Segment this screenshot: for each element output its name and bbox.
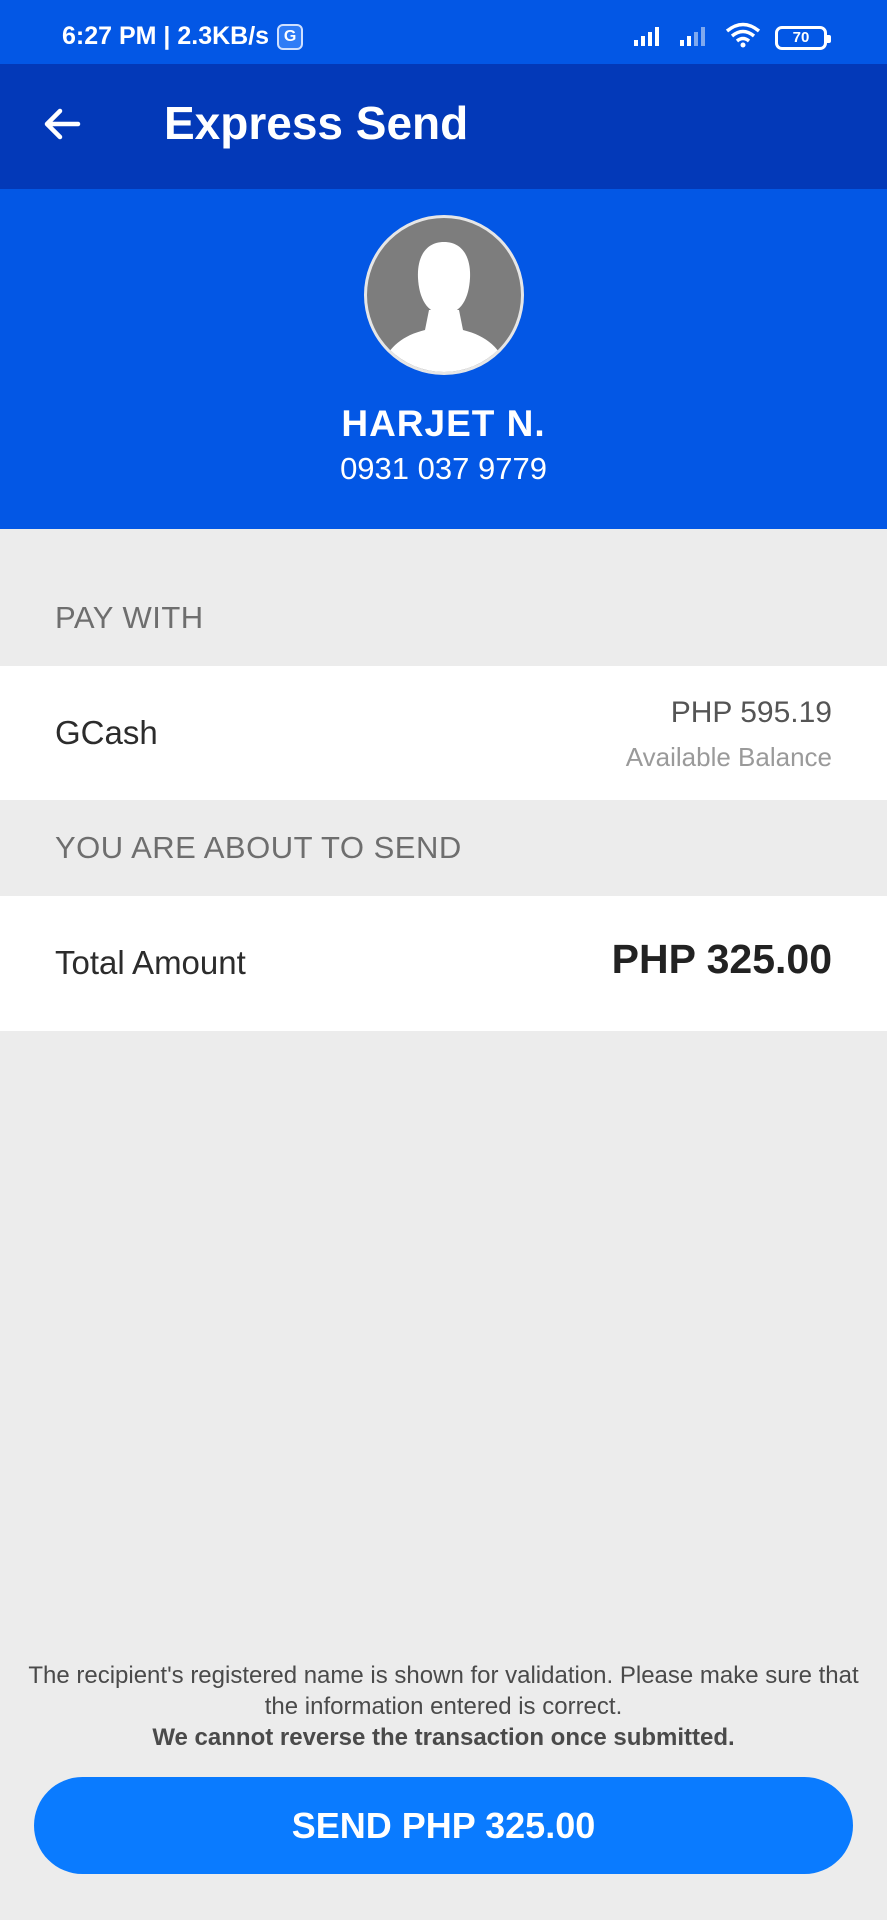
recipient-header: HARJET N. 0931 037 9779 (0, 189, 887, 529)
status-left: 6:27 PM | 2.3KB/s G (62, 22, 304, 51)
back-button[interactable] (30, 94, 94, 158)
page-title: Express Send (164, 97, 469, 149)
send-summary-label: YOU ARE ABOUT TO SEND (55, 830, 462, 865)
battery-icon: 70 (775, 25, 831, 50)
total-amount-value: PHP 325.00 (611, 936, 832, 982)
payment-method-row[interactable]: GCash PHP 595.19 Available Balance (0, 666, 887, 800)
cell-signal-icon (633, 23, 665, 52)
user-silhouette-icon (379, 242, 509, 372)
total-amount-row: Total Amount PHP 325.00 (0, 896, 887, 1031)
app-bar: Express Send (0, 64, 887, 189)
payment-method-name: GCash (55, 714, 158, 751)
recipient-name: HARJET N. (341, 403, 546, 444)
total-amount-label: Total Amount (55, 944, 246, 981)
disclaimer-text: The recipient's registered name is shown… (28, 1662, 859, 1720)
wifi-icon (725, 22, 761, 53)
status-right: 70 (633, 22, 831, 53)
available-balance-amount: PHP 595.19 (670, 696, 832, 729)
pay-with-label: PAY WITH (55, 600, 204, 635)
arrow-left-icon (42, 106, 82, 147)
send-button[interactable]: SEND PHP 325.00 (34, 1777, 853, 1874)
disclaimer: The recipient's registered name is shown… (20, 1660, 867, 1753)
status-bar: 6:27 PM | 2.3KB/s G 70 (0, 0, 887, 64)
available-balance-caption: Available Balance (625, 742, 832, 772)
recipient-number: 0931 037 9779 (340, 451, 547, 486)
disclaimer-warning: We cannot reverse the transaction once s… (152, 1724, 735, 1751)
avatar (364, 215, 524, 375)
cell-signal-icon (679, 23, 711, 52)
app-notification-icon: G (277, 23, 304, 50)
status-time-speed: 6:27 PM | 2.3KB/s (62, 22, 270, 50)
